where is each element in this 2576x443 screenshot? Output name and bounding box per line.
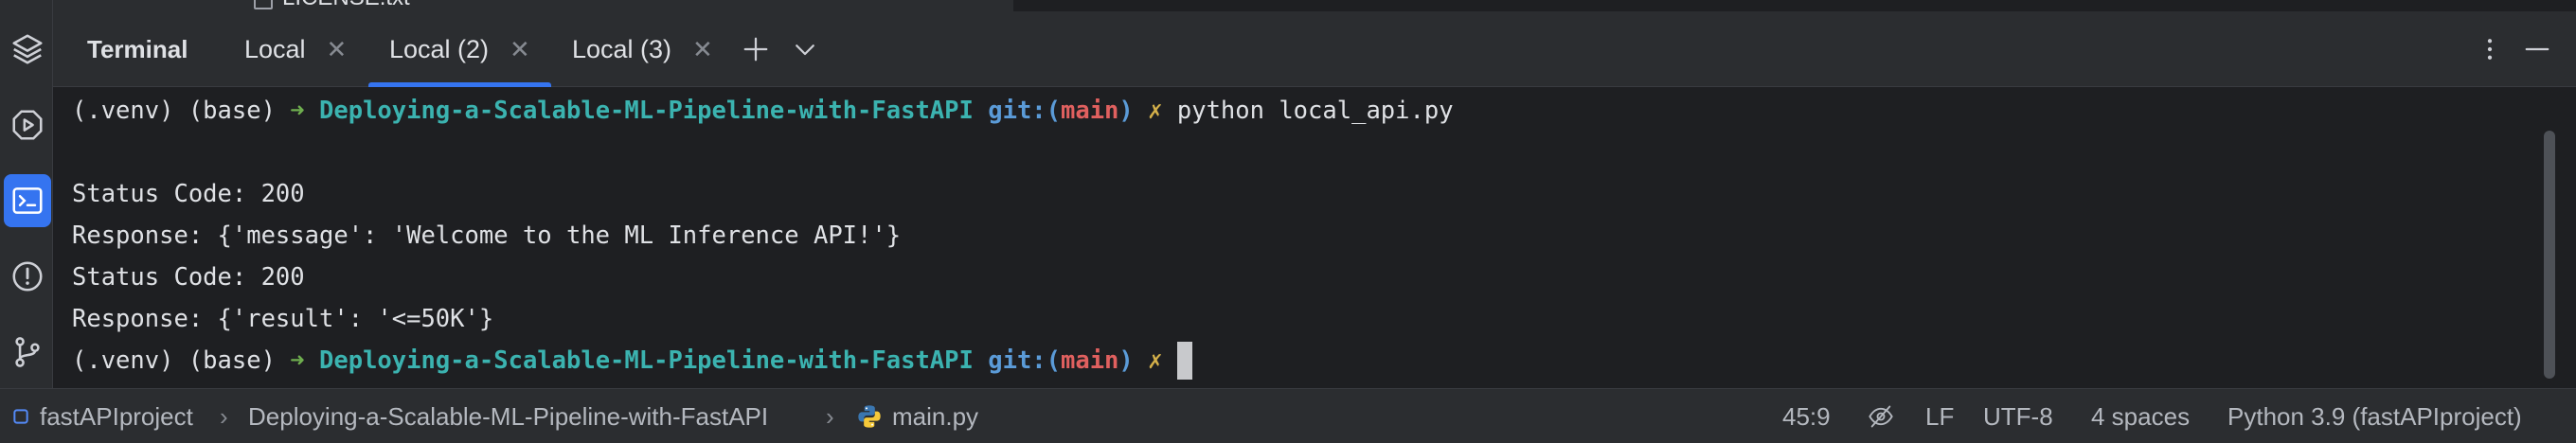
chevron-down-icon xyxy=(796,44,814,56)
terminal-output[interactable]: (.venv) (base) ➜ Deploying-a-Scalable-ML… xyxy=(53,87,2538,388)
tab-label: Local (2) xyxy=(389,34,490,63)
prompt-command: python local_api.py xyxy=(1176,97,1454,125)
prompt-branch: main xyxy=(1061,346,1119,375)
breadcrumb-file-label: main.py xyxy=(892,401,979,431)
hide-tool-window-button[interactable] xyxy=(2518,11,2556,87)
inspections-toggle[interactable] xyxy=(1868,389,1894,443)
project-icon xyxy=(13,409,28,424)
close-icon[interactable]: ✕ xyxy=(510,35,530,64)
no-inspections-icon xyxy=(1869,405,1893,428)
terminal-tab-bar: Terminal Local ✕ Local (2) ✕ Local (3) ✕ xyxy=(53,11,2576,87)
caret-position[interactable]: 45:9 xyxy=(1782,389,1831,443)
prompt-git-close: ) xyxy=(1118,97,1134,125)
prompt-git: git:( xyxy=(988,346,1061,375)
breadcrumb-separator-icon: › xyxy=(826,401,834,431)
prompt-arrow: ➜ xyxy=(290,346,305,375)
layers-icon xyxy=(12,34,43,64)
tab-label: Local xyxy=(244,34,306,63)
output-line: Status Code: 200 xyxy=(72,263,305,292)
prompt-dirty-mark: ✗ xyxy=(1148,97,1163,125)
python-icon xyxy=(858,405,881,428)
ide-window: LICENSE.txt Terminal Local ✕ Local (2) ✕… xyxy=(0,0,2576,443)
prompt-line: (.venv) (base) ➜ Deploying-a-Scalable-ML… xyxy=(72,90,1454,132)
breadcrumb-folder[interactable]: Deploying-a-Scalable-ML-Pipeline-with-Fa… xyxy=(248,389,768,443)
close-icon[interactable]: ✕ xyxy=(692,35,713,64)
prompt-git: git:( xyxy=(988,97,1061,125)
run-icon xyxy=(12,110,43,140)
prompt-line: (.venv) (base) ➜ Deploying-a-Scalable-ML… xyxy=(72,340,1192,381)
problems-icon xyxy=(12,261,43,292)
output-line: Response: {'result': '<=50K'} xyxy=(72,305,494,333)
encoding-selector[interactable]: UTF-8 xyxy=(1983,389,2053,443)
run-tool-button[interactable] xyxy=(4,98,51,151)
tab-local[interactable]: Local ✕ xyxy=(244,11,347,87)
status-bar: fastAPIproject › Deploying-a-Scalable-ML… xyxy=(0,388,2576,443)
tool-window-title: Terminal xyxy=(87,34,188,63)
terminal-scrollbar-thumb[interactable] xyxy=(2544,131,2555,379)
problems-tool-button[interactable] xyxy=(4,250,51,303)
minimize-icon xyxy=(2525,47,2549,51)
prompt-arrow: ➜ xyxy=(290,97,305,125)
close-icon[interactable]: ✕ xyxy=(327,35,348,64)
breadcrumb-project[interactable]: fastAPIproject xyxy=(11,389,193,443)
terminal-tool-button[interactable] xyxy=(4,174,51,227)
prompt-git-close: ) xyxy=(1118,346,1134,375)
prompt-dirty-mark: ✗ xyxy=(1148,346,1163,375)
indent-selector[interactable]: 4 spaces xyxy=(2091,389,2190,443)
tool-window-strip xyxy=(0,0,53,388)
project-tree-item[interactable]: LICENSE.txt xyxy=(254,0,410,11)
terminal-icon xyxy=(12,187,43,214)
add-tab-icon xyxy=(743,37,768,62)
breadcrumb-project-label: fastAPIproject xyxy=(40,401,193,431)
prompt-directory: Deploying-a-Scalable-ML-Pipeline-with-Fa… xyxy=(319,97,974,125)
tab-local-2[interactable]: Local (2) ✕ xyxy=(368,11,551,87)
output-line: Status Code: 200 xyxy=(72,180,305,208)
venv-label: (.venv) (base) xyxy=(72,346,291,375)
more-vertical-icon xyxy=(2487,39,2493,60)
project-tree-peek: LICENSE.txt xyxy=(53,0,1013,11)
tabs-dropdown-button[interactable] xyxy=(786,11,824,87)
prompt-branch: main xyxy=(1061,97,1119,125)
project-tree-item-label: LICENSE.txt xyxy=(282,0,410,11)
breadcrumb-separator-icon: › xyxy=(220,401,228,431)
git-tool-button[interactable] xyxy=(4,326,51,379)
output-line: Response: {'message': 'Welcome to the ML… xyxy=(72,222,902,250)
venv-label: (.venv) (base) xyxy=(72,97,291,125)
file-icon xyxy=(254,0,273,9)
terminal-cursor xyxy=(1176,342,1192,380)
new-tab-button[interactable] xyxy=(737,11,775,87)
breadcrumb-folder-label: Deploying-a-Scalable-ML-Pipeline-with-Fa… xyxy=(248,401,769,431)
prompt-directory: Deploying-a-Scalable-ML-Pipeline-with-Fa… xyxy=(319,346,974,375)
tab-local-3[interactable]: Local (3) ✕ xyxy=(572,11,713,87)
tab-label: Local (3) xyxy=(572,34,672,63)
line-ending-selector[interactable]: LF xyxy=(1925,389,1954,443)
options-button[interactable] xyxy=(2471,11,2509,87)
interpreter-selector[interactable]: Python 3.9 (fastAPIproject) xyxy=(2227,389,2522,443)
git-icon xyxy=(15,337,40,367)
structure-tool-button[interactable] xyxy=(4,23,51,76)
breadcrumb-file[interactable]: main.py xyxy=(856,389,978,443)
